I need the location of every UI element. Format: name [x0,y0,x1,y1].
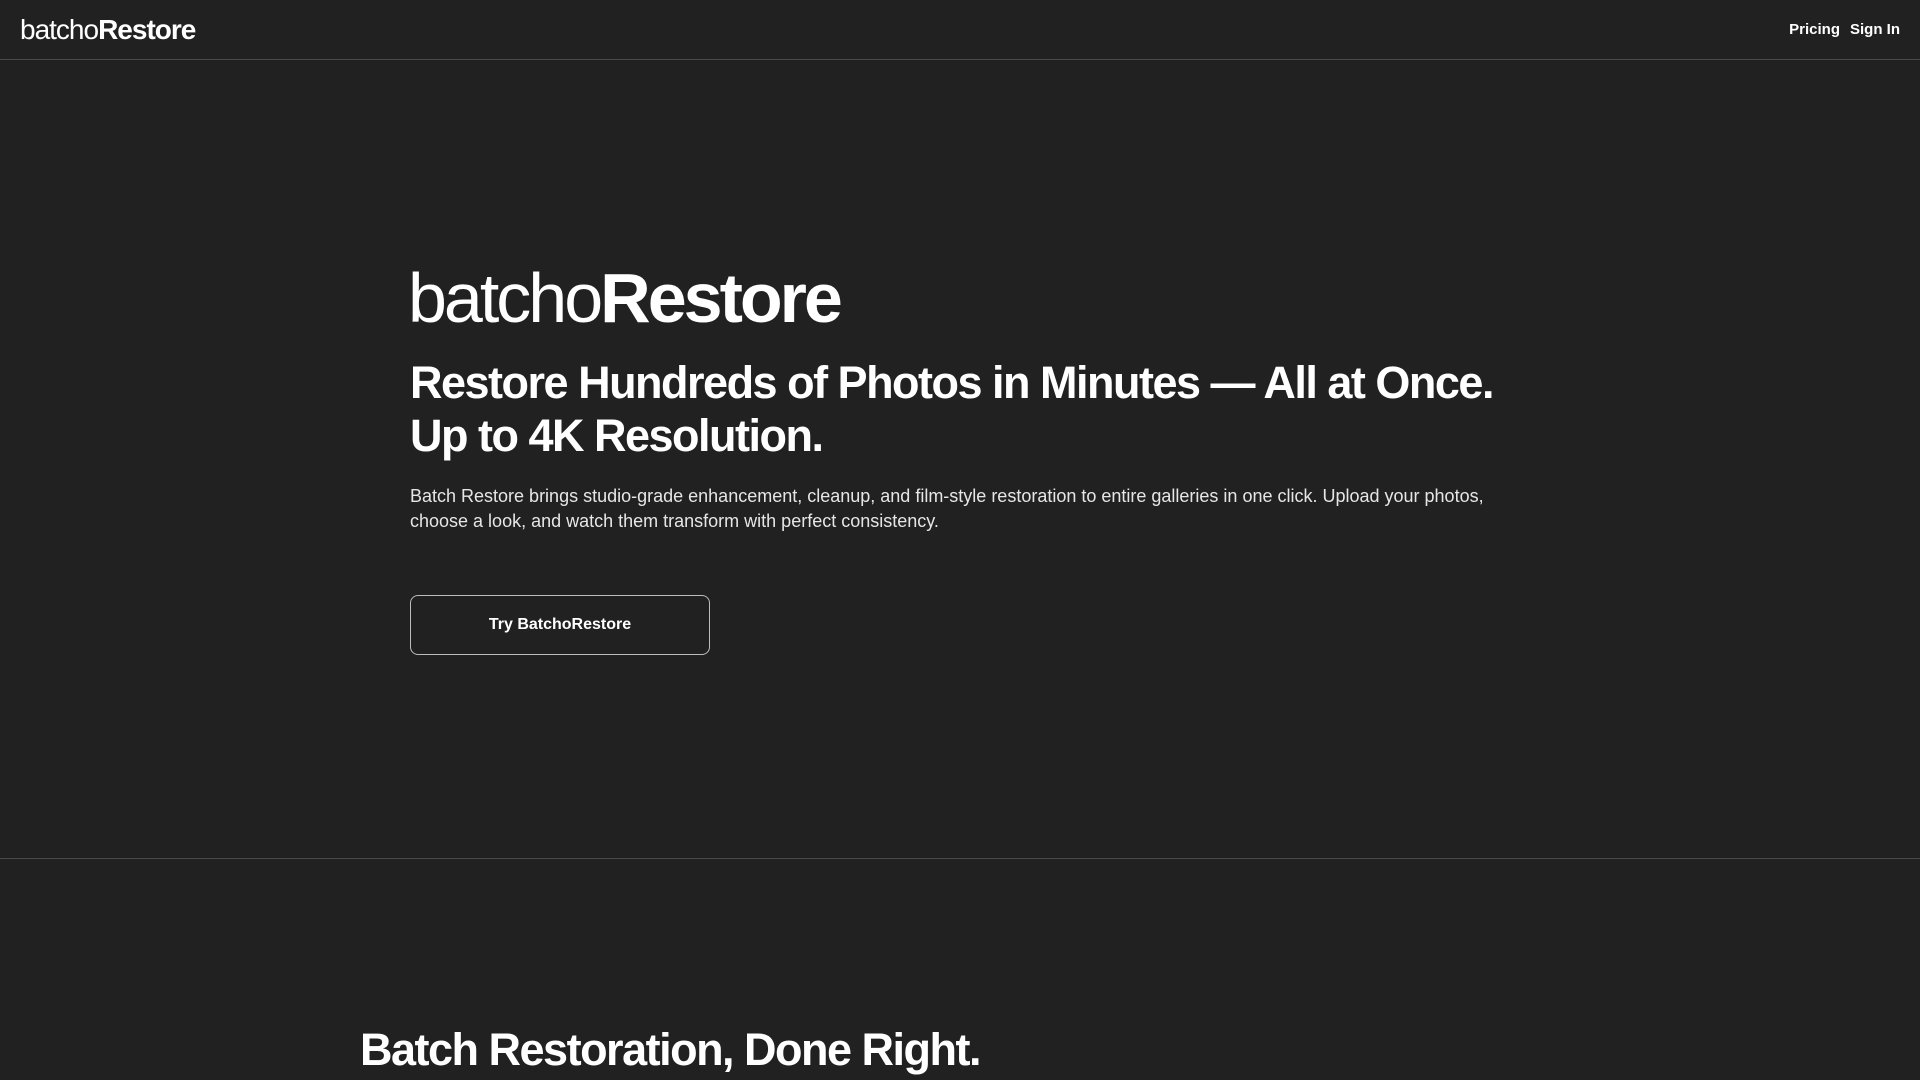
hero-section: batchoRestore Restore Hundreds of Photos… [0,60,1920,859]
header-logo-bold-text: Restore [98,14,196,45]
hero-headline-line-2: Up to 4K Resolution. [410,410,824,461]
hero-headline: Restore Hundreds of Photos in Minutes — … [410,356,1520,462]
top-navigation-bar: batchoRestore Pricing Sign In [0,0,1920,60]
try-batchorestore-button[interactable]: Try BatchoRestore [410,595,710,655]
nav-link-pricing[interactable]: Pricing [1789,18,1840,42]
header-logo[interactable]: batchoRestore [20,13,196,47]
hero-logo: batchoRestore [408,256,843,340]
hero-logo-bold-text: Restore [600,259,843,337]
header-logo-light-text: batcho [20,14,99,45]
section-heading-batch-restoration: Batch Restoration, Done Right. [360,1024,982,1075]
hero-description: Batch Restore brings studio-grade enhanc… [410,486,1484,531]
hero-logo-light-text: batcho [408,259,603,337]
hero-headline-line-1: Restore Hundreds of Photos in Minutes — … [410,357,1494,408]
header-nav: Pricing Sign In [1789,18,1900,42]
nav-link-sign-in[interactable]: Sign In [1850,18,1900,42]
